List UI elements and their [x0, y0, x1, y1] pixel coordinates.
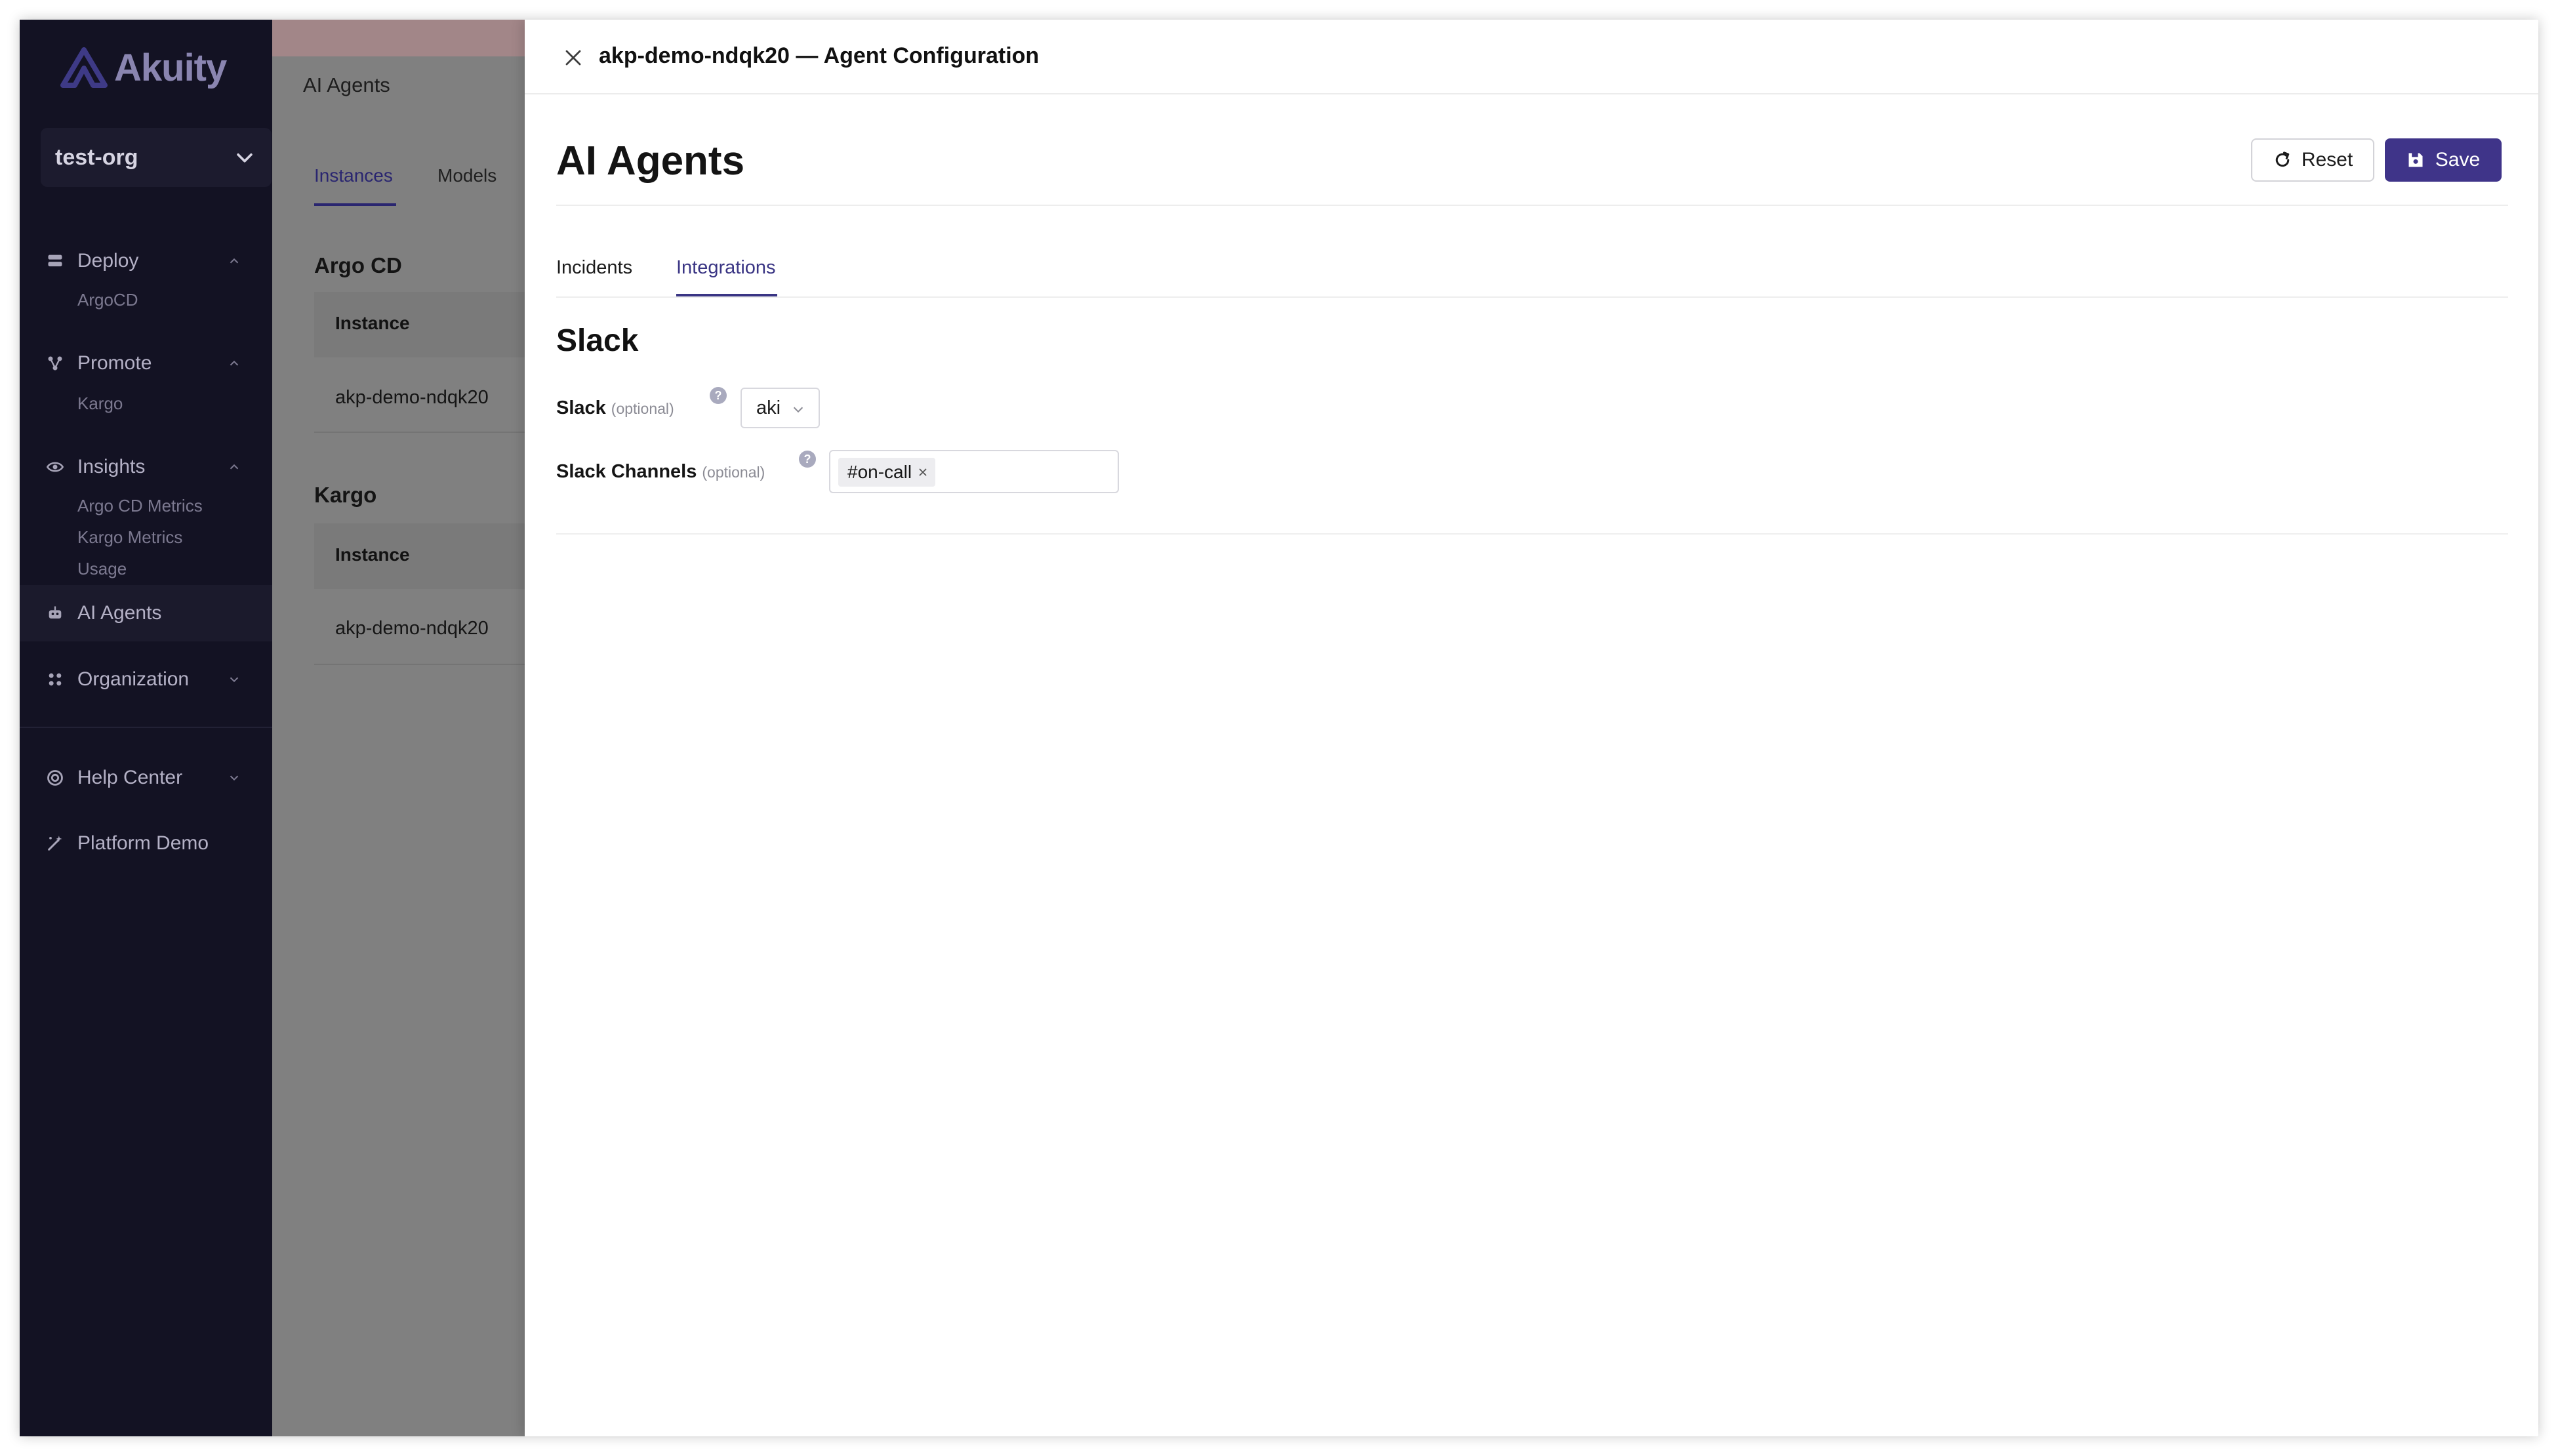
tab-integrations[interactable]: Integrations: [676, 257, 776, 279]
sidebar-item-promote[interactable]: Promote: [20, 344, 272, 383]
sidebar-item-label: Organization: [77, 668, 190, 690]
drawer-header: akp-demo-ndqk20 — Agent Configuration: [525, 20, 2538, 94]
help-icon[interactable]: ?: [799, 451, 816, 468]
background-page-title: AI Agents: [303, 73, 390, 96]
sidebar-item-deploy[interactable]: Deploy: [20, 241, 272, 281]
org-selector[interactable]: test-org: [41, 128, 272, 187]
page-title: AI Agents: [556, 138, 745, 184]
sidebar-item-platform-demo[interactable]: Platform Demo: [20, 824, 272, 863]
save-icon: [2408, 153, 2423, 167]
chevron-down-icon: [230, 775, 239, 781]
remove-tag-icon[interactable]: [917, 466, 929, 478]
help-icon[interactable]: ?: [710, 387, 727, 404]
drawer-title: akp-demo-ndqk20 — Agent Configuration: [599, 43, 1040, 68]
background-table-header: Instance: [314, 292, 537, 357]
save-button[interactable]: Save: [2385, 138, 2502, 182]
background-tab-underline: [314, 203, 396, 206]
slack-channels-field-label: Slack Channels (optional): [556, 461, 765, 483]
sidebar-item-argocd-metrics[interactable]: Argo CD Metrics: [77, 496, 203, 516]
background-column-header: Instance: [335, 544, 410, 565]
chevron-down-icon: [237, 153, 253, 163]
sidebar-divider: [20, 727, 272, 728]
sidebar-item-ai-agents[interactable]: AI Agents: [20, 594, 272, 633]
close-button[interactable]: [560, 45, 586, 71]
reset-button[interactable]: Reset: [2251, 138, 2374, 182]
channel-tag-label: #on-call: [847, 462, 912, 482]
lifebuoy-icon: [47, 770, 63, 786]
sidebar-item-label: Promote: [77, 352, 152, 374]
background-tab-instances: Instances: [314, 165, 393, 186]
background-row-divider: [314, 664, 537, 665]
sidebar-item-label: Insights: [77, 456, 146, 477]
slack-field-label: Slack (optional): [556, 397, 674, 419]
nodes-icon: [48, 356, 62, 371]
slack-channels-input[interactable]: #on-call: [829, 450, 1119, 493]
background-column-header: Instance: [335, 313, 410, 333]
agent-configuration-drawer: akp-demo-ndqk20 — Agent Configuration AI…: [525, 20, 2538, 1436]
sidebar-item-kargo-metrics[interactable]: Kargo Metrics: [77, 527, 182, 548]
background-table-header: Instance: [314, 523, 537, 589]
sidebar-item-argocd[interactable]: ArgoCD: [77, 290, 138, 310]
sidebar-item-label: Platform Demo: [77, 832, 209, 854]
akuity-logo-icon: [60, 47, 108, 88]
reload-icon: [2275, 152, 2290, 167]
users-icon: [49, 673, 62, 686]
sidebar-item-usage[interactable]: Usage: [77, 559, 127, 579]
sidebar-item-help-center[interactable]: Help Center: [20, 758, 272, 798]
sidebar-item-kargo[interactable]: Kargo: [77, 394, 123, 414]
background-section-title: Argo CD: [314, 253, 402, 277]
sidebar-item-organization[interactable]: Organization: [20, 660, 272, 699]
background-section-title: Kargo: [314, 483, 377, 507]
chevron-up-icon: [230, 464, 239, 470]
magic-wand-icon: [48, 836, 62, 851]
chevron-up-icon: [230, 258, 239, 264]
eye-icon: [46, 462, 64, 472]
chevron-down-icon: [230, 677, 239, 683]
background-tab-models: Models: [437, 165, 497, 186]
heading-divider: [556, 205, 2508, 206]
section-title: Slack: [556, 323, 639, 358]
logo-text: Akuity: [114, 47, 227, 89]
content-divider: [556, 533, 2508, 535]
sidebar: Akuity test-org Deploy ArgoCD Promote Ka…: [20, 20, 272, 1436]
chevron-down-icon: [793, 407, 803, 413]
chevron-up-icon: [230, 360, 239, 366]
robot-icon: [49, 606, 62, 619]
org-name: test-org: [55, 144, 138, 170]
sidebar-item-label: AI Agents: [77, 602, 162, 624]
tabs-divider: [556, 296, 2508, 298]
optional-hint: (optional): [611, 400, 674, 417]
save-button-label: Save: [2435, 149, 2481, 171]
slack-select-value: aki: [756, 397, 781, 418]
background-table-cell: akp-demo-ndqk20: [335, 618, 489, 639]
slack-workspace-select[interactable]: aki: [741, 388, 820, 428]
channel-tag: #on-call: [838, 458, 936, 487]
server-icon: [48, 254, 62, 267]
sidebar-item-label: Deploy: [77, 250, 139, 272]
slack-channels-label-text: Slack Channels: [556, 461, 697, 482]
app-window: Akuity test-org Deploy ArgoCD Promote Ka…: [20, 20, 2538, 1436]
reset-button-label: Reset: [2301, 149, 2353, 171]
sidebar-item-label: Help Center: [77, 767, 183, 788]
background-row-divider: [314, 432, 537, 433]
slack-label-text: Slack: [556, 397, 606, 418]
optional-hint: (optional): [702, 464, 765, 481]
akuity-logo[interactable]: Akuity: [60, 46, 227, 90]
tab-incidents[interactable]: Incidents: [556, 257, 632, 279]
sidebar-item-insights[interactable]: Insights: [20, 447, 272, 487]
background-table-cell: akp-demo-ndqk20: [335, 387, 489, 408]
close-icon: [565, 50, 581, 66]
